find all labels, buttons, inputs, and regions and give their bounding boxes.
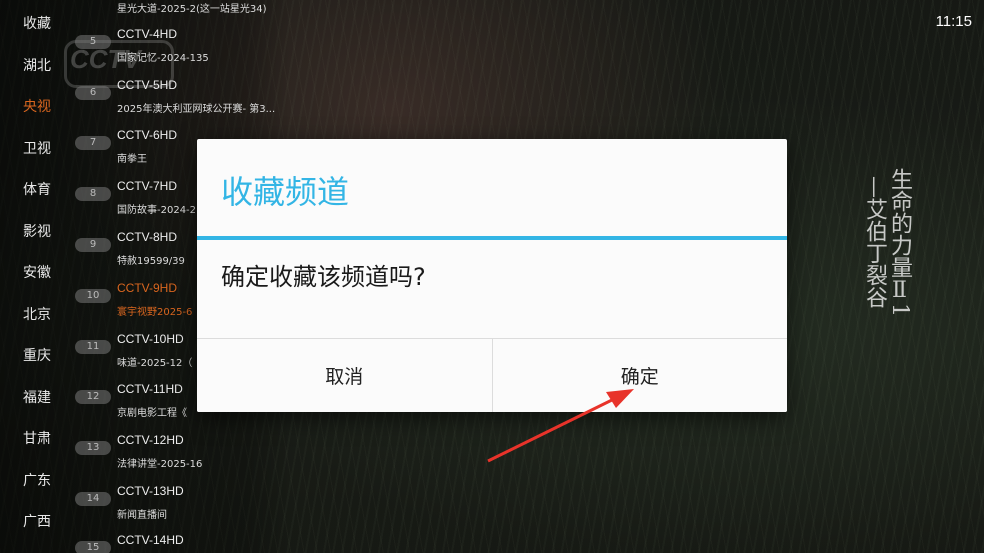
channel-item[interactable]: 5 CCTV-4HD 国家记忆-2024-135 bbox=[75, 25, 305, 75]
channel-name: CCTV-14HD bbox=[117, 533, 184, 547]
channel-item[interactable]: 14 CCTV-13HD 新闻直播间 bbox=[75, 482, 305, 532]
video-caption: 生命的力量Ⅱ1 —艾伯丁裂谷 bbox=[862, 168, 912, 358]
clock: 11:15 bbox=[935, 13, 972, 30]
channel-program: 星光大道-2025-2(这一站星光34) bbox=[117, 4, 267, 15]
cancel-button[interactable]: 取消 bbox=[197, 339, 492, 412]
caption-subtitle: —艾伯丁裂谷 bbox=[862, 176, 887, 308]
channel-program: 京剧电影工程《 bbox=[117, 408, 187, 419]
channel-name: CCTV-12HD bbox=[117, 433, 184, 447]
channel-number: 9 bbox=[75, 238, 111, 252]
category-item[interactable]: 甘肃 bbox=[23, 428, 51, 448]
channel-number: 12 bbox=[75, 390, 111, 404]
channel-number: 15 bbox=[75, 541, 111, 553]
confirm-button[interactable]: 确定 bbox=[491, 339, 787, 412]
channel-number: 5 bbox=[75, 35, 111, 49]
channel-item[interactable]: 15 CCTV-14HD bbox=[75, 531, 305, 553]
channel-name: CCTV-13HD bbox=[117, 484, 184, 498]
channel-number: 11 bbox=[75, 340, 111, 354]
channel-name: CCTV-6HD bbox=[117, 128, 178, 142]
channel-number: 6 bbox=[75, 86, 111, 100]
category-item[interactable]: 收藏 bbox=[23, 13, 51, 33]
category-item[interactable]: 北京 bbox=[23, 304, 51, 324]
channel-program: 国家记忆-2024-135 bbox=[117, 53, 209, 64]
channel-number: 8 bbox=[75, 187, 111, 201]
dialog-divider bbox=[197, 236, 787, 240]
dialog-button-bar: 取消 确定 bbox=[197, 338, 787, 412]
channel-name: CCTV-8HD bbox=[117, 230, 178, 244]
channel-program: 寰宇视野2025-6 bbox=[117, 307, 193, 318]
channel-name: CCTV-7HD bbox=[117, 179, 178, 193]
channel-number: 10 bbox=[75, 289, 111, 303]
channel-number: 7 bbox=[75, 136, 111, 150]
channel-item[interactable]: 13 CCTV-12HD 法律讲堂-2025-16 bbox=[75, 431, 305, 481]
category-item[interactable]: 影视 bbox=[23, 221, 51, 241]
dialog-title: 收藏频道 bbox=[221, 173, 350, 211]
category-item[interactable]: 福建 bbox=[23, 387, 51, 407]
category-item[interactable]: 广西 bbox=[23, 511, 51, 531]
channel-number: 13 bbox=[75, 441, 111, 455]
channel-program: 国防故事-2024-2 bbox=[117, 205, 197, 216]
channel-program: 特赦19599/39 bbox=[117, 256, 185, 267]
channel-number: 14 bbox=[75, 492, 111, 506]
category-item[interactable]: 卫视 bbox=[23, 138, 51, 158]
channel-item[interactable]: 星光大道-2025-2(这一站星光34) bbox=[75, 0, 305, 26]
channel-program: 味道-2025-12（ bbox=[117, 358, 193, 369]
channel-program: 新闻直播间 bbox=[117, 510, 167, 521]
channel-name: CCTV-4HD bbox=[117, 27, 178, 41]
favorite-dialog: 收藏频道 确定收藏该频道吗? 取消 确定 bbox=[197, 139, 787, 412]
category-item[interactable]: 体育 bbox=[23, 179, 51, 199]
channel-name: CCTV-5HD bbox=[117, 78, 178, 92]
channel-program: 南拳王 bbox=[117, 154, 147, 165]
channel-item[interactable]: 6 CCTV-5HD 2025年澳大利亚网球公开赛- 第3... bbox=[75, 76, 305, 126]
category-item[interactable]: 重庆 bbox=[23, 345, 51, 365]
category-item[interactable]: 湖北 bbox=[23, 55, 51, 75]
channel-name: CCTV-9HD bbox=[117, 281, 178, 295]
channel-program: 2025年澳大利亚网球公开赛- 第3... bbox=[117, 104, 276, 115]
channel-program: 法律讲堂-2025-16 bbox=[117, 459, 203, 470]
category-item[interactable]: 广东 bbox=[23, 470, 51, 490]
category-list: 收藏 湖北 央视 卫视 体育 影视 安徽 北京 重庆 福建 甘肃 广东 广西 bbox=[0, 0, 70, 553]
caption-title: 生命的力量Ⅱ1 bbox=[887, 168, 912, 317]
channel-name: CCTV-10HD bbox=[117, 332, 184, 346]
category-item[interactable]: 安徽 bbox=[23, 262, 51, 282]
channel-name: CCTV-11HD bbox=[117, 382, 183, 396]
dialog-message: 确定收藏该频道吗? bbox=[221, 263, 426, 291]
category-item-active[interactable]: 央视 bbox=[23, 96, 51, 116]
